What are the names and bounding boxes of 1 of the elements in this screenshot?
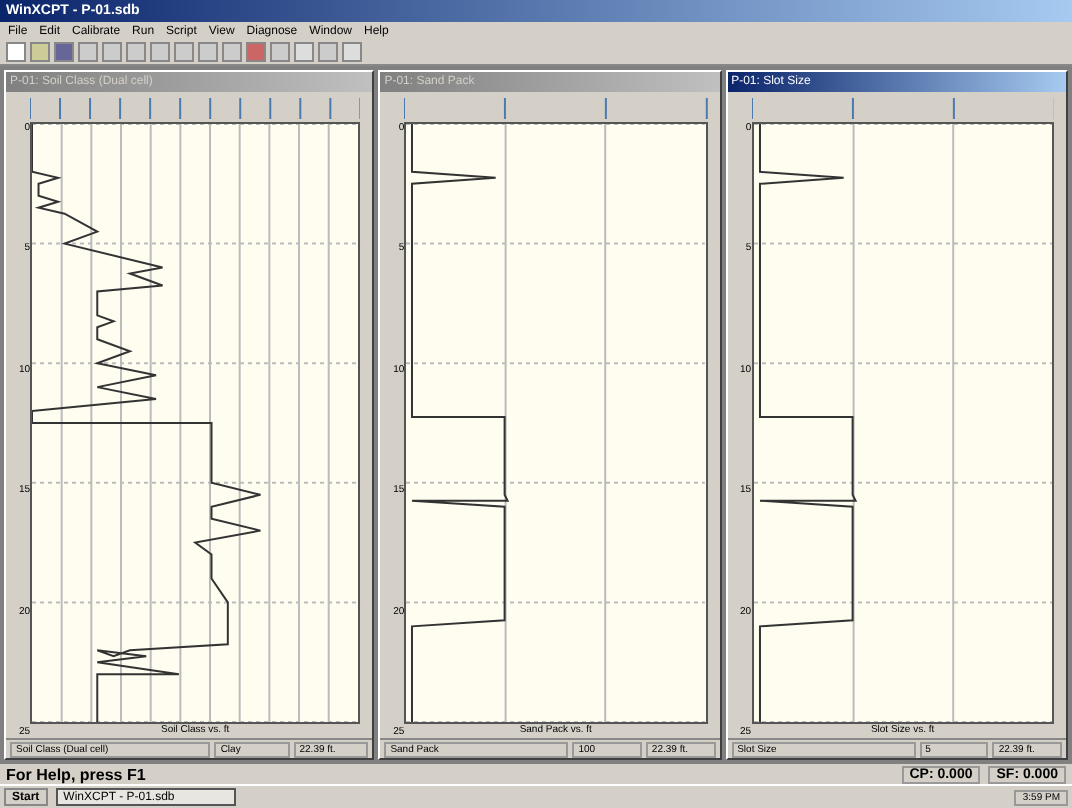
status-text: For Help, press F1 (6, 765, 148, 783)
